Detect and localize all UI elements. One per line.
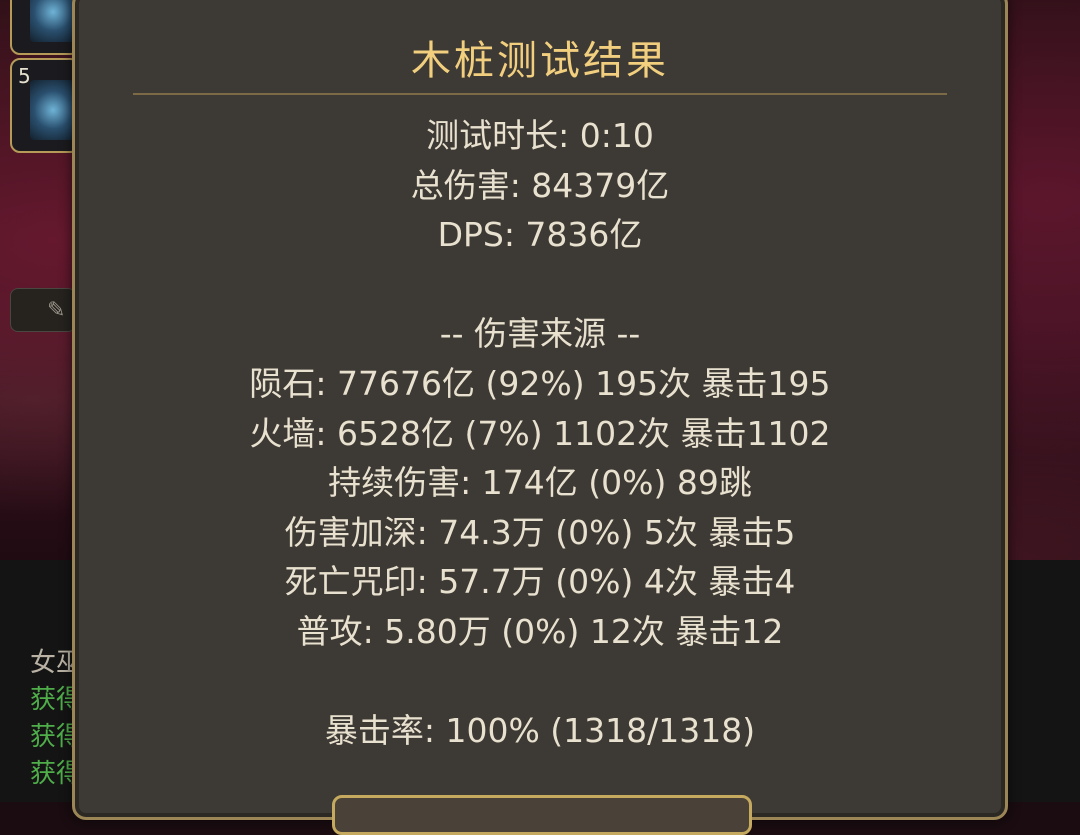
stat-dps: DPS: 7836亿	[437, 215, 643, 255]
confirm-button[interactable]	[332, 795, 752, 835]
stat-total-damage: 总伤害: 84379亿	[410, 165, 670, 205]
skill-slot-top[interactable]	[10, 0, 80, 55]
skill-slot-5[interactable]: 5	[10, 58, 80, 153]
slot-number: 5	[18, 64, 31, 88]
damage-source-header: -- 伤害来源 --	[439, 314, 641, 354]
source-dot: 持续伤害: 174亿 (0%) 89跳	[328, 463, 752, 503]
result-stats: 测试时长: 0:10 总伤害: 84379亿 DPS: 7836亿 -- 伤害来…	[75, 111, 1005, 756]
pencil-icon: ✎	[47, 298, 66, 323]
source-death-mark: 死亡咒印: 57.7万 (0%) 4次 暴击4	[284, 562, 796, 602]
source-basic-attack: 普攻: 5.80万 (0%) 12次 暴击12	[296, 611, 784, 651]
title-divider	[133, 93, 947, 95]
stat-crit-rate: 暴击率: 100% (1318/1318)	[324, 711, 756, 751]
skill-art	[30, 0, 76, 42]
source-meteor: 陨石: 77676亿 (92%) 195次 暴击195	[249, 363, 831, 403]
source-damage-amp: 伤害加深: 74.3万 (0%) 5次 暴击5	[284, 512, 796, 552]
dialog-title: 木桩测试结果	[411, 38, 669, 84]
stat-duration: 测试时长: 0:10	[426, 116, 654, 155]
edit-button[interactable]: ✎	[10, 288, 76, 332]
source-firewall: 火墙: 6528亿 (7%) 1102次 暴击1102	[249, 413, 831, 453]
test-result-dialog: 木桩测试结果 测试时长: 0:10 总伤害: 84379亿 DPS: 7836亿…	[72, 0, 1008, 835]
skill-art	[30, 80, 76, 140]
